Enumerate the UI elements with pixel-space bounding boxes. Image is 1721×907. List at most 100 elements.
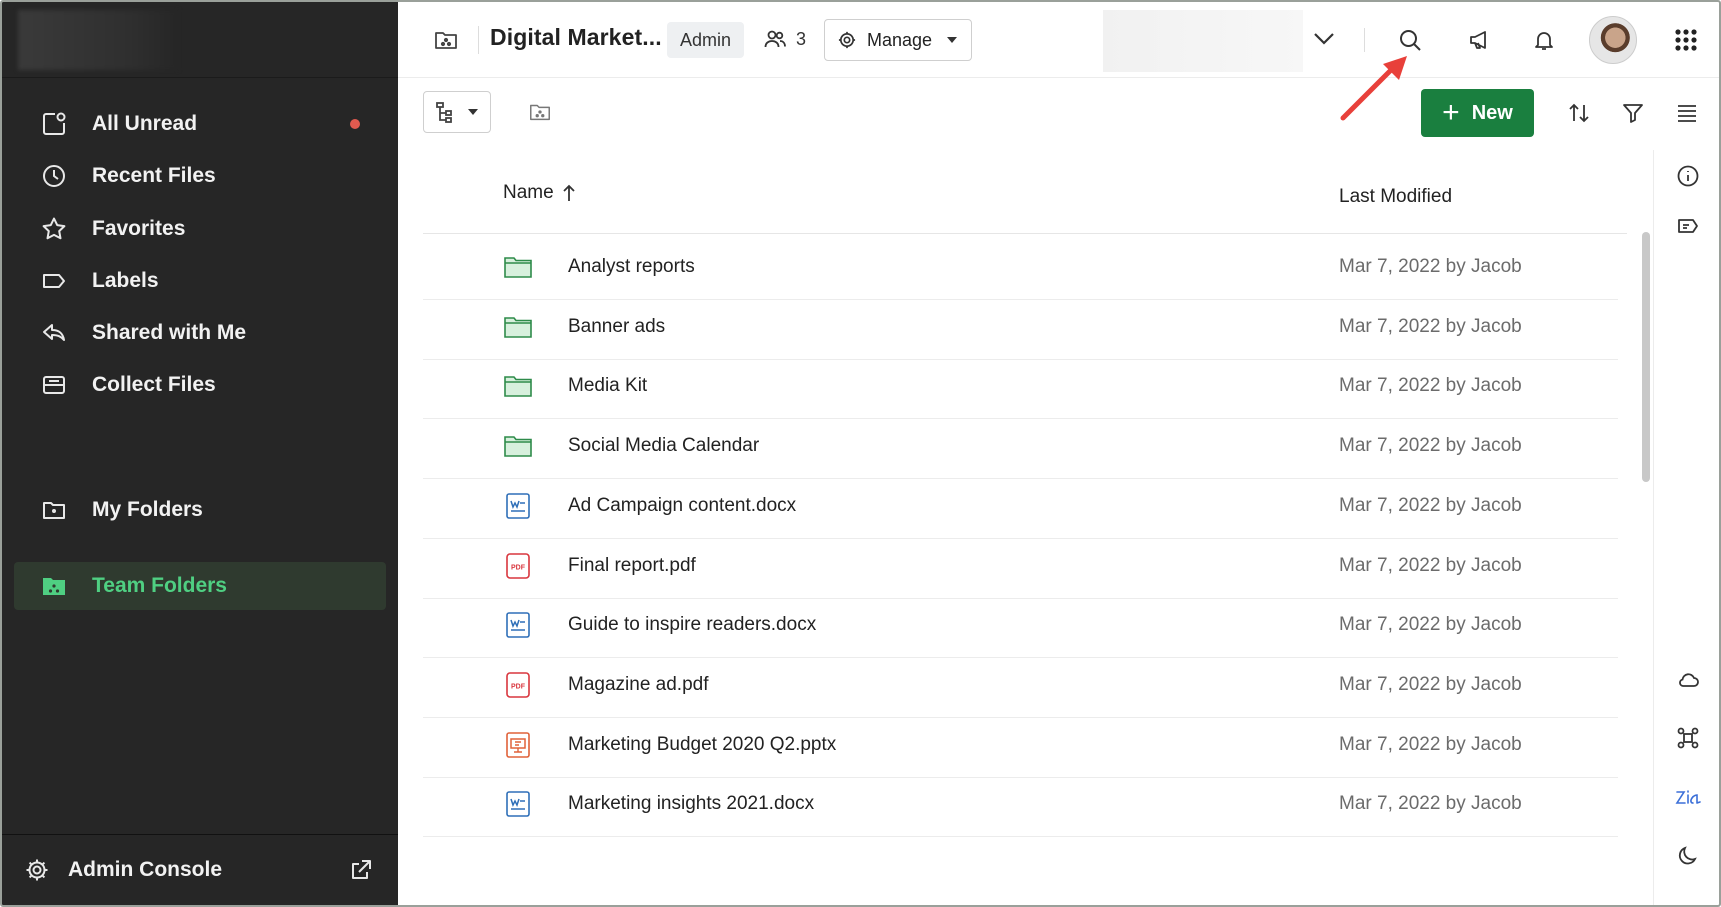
manage-button[interactable]: Manage [824, 19, 972, 61]
sidebar-item-label: Team Folders [92, 574, 227, 597]
new-button[interactable]: + New [1421, 89, 1534, 137]
sidebar-item-label: Collect Files [92, 373, 216, 396]
column-header-label: Name [503, 182, 554, 203]
plus-icon: + [1442, 96, 1460, 129]
chevron-down-icon[interactable] [1309, 24, 1339, 54]
redacted-area [1103, 10, 1303, 72]
file-name: Social Media Calendar [568, 435, 760, 457]
sidebar-item-collect-files[interactable]: Collect Files [14, 361, 386, 409]
file-name: Final report.pdf [568, 554, 696, 576]
admin-console-label: Admin Console [68, 858, 223, 881]
caret-down-icon [468, 109, 478, 115]
sidebar-item-label: Recent Files [92, 164, 216, 187]
avatar[interactable] [1589, 16, 1637, 64]
sidebar-item-label: Shared with Me [92, 321, 247, 344]
megaphone-icon[interactable] [1464, 24, 1496, 56]
sidebar-item-label: Favorites [92, 217, 186, 240]
sidebar-item-label: Labels [92, 269, 159, 292]
sidebar-item-recent-files[interactable]: Recent Files [14, 152, 386, 200]
sidebar-item-team-folders[interactable]: Team Folders [14, 562, 386, 610]
table-row[interactable]: Marketing Budget 2020 Q2.pptx Mar 7, 2022… [423, 712, 1618, 778]
table-row[interactable]: Media Kit Mar 7, 2022 by Jacob [423, 353, 1618, 420]
tree-view-dropdown[interactable] [423, 91, 491, 133]
members-count: 3 [796, 28, 807, 49]
clock-icon [40, 162, 68, 190]
file-name: Guide to inspire readers.docx [568, 614, 817, 636]
apps-grid-icon[interactable] [1670, 24, 1702, 56]
table-row[interactable]: Marketing insights 2021.docx Mar 7, 2022 … [423, 771, 1618, 838]
manage-label: Manage [867, 29, 933, 50]
folder-details-icon[interactable] [526, 98, 554, 126]
label-icon [40, 267, 68, 295]
divider [1364, 28, 1365, 52]
right-rail [1653, 150, 1719, 905]
folder-icon [503, 312, 533, 342]
table-row[interactable]: Ad Campaign content.docx Mar 7, 2022 by J… [423, 473, 1618, 539]
last-modified: Mar 7, 2022 by Jacob [1339, 375, 1522, 397]
app-window: All Unread Recent Files Favorites Labels [0, 0, 1721, 907]
reply-icon [40, 319, 68, 347]
docx-file-icon [503, 491, 533, 521]
column-header-name[interactable]: Name [503, 182, 576, 204]
column-header-last-modified[interactable]: Last Modified [1339, 186, 1452, 208]
table-row[interactable]: Social Media Calendar Mar 7, 2022 by Jaco… [423, 413, 1618, 480]
table-row[interactable]: PDF Magazine ad.pdf Mar 7, 2022 by Jacob [423, 652, 1618, 718]
bell-icon[interactable] [1528, 24, 1560, 56]
pptx-file-icon [503, 730, 533, 760]
sidebar-item-shared-with-me[interactable]: Shared with Me [14, 309, 386, 357]
file-name: Marketing insights 2021.docx [568, 793, 815, 815]
role-badge: Admin [667, 22, 745, 58]
tray-icon [40, 371, 68, 399]
last-modified: Mar 7, 2022 by Jacob [1339, 793, 1522, 815]
cloud-icon[interactable] [1672, 664, 1704, 696]
divider [2, 834, 398, 835]
table-header: Name Last Modified [423, 162, 1627, 234]
integrations-icon[interactable] [1672, 722, 1704, 754]
sidebar-item-label: My Folders [92, 498, 203, 521]
zia-icon[interactable] [1672, 782, 1704, 814]
admin-console-link[interactable]: Admin Console [14, 847, 386, 893]
svg-text:PDF: PDF [511, 683, 526, 690]
table-row[interactable]: Guide to inspire readers.docx Mar 7, 2022… [423, 592, 1618, 659]
last-modified: Mar 7, 2022 by Jacob [1339, 315, 1522, 337]
tree-view-icon [436, 102, 452, 123]
file-name: Marketing Budget 2020 Q2.pptx [568, 733, 837, 755]
label-icon[interactable] [1672, 210, 1704, 242]
scrollbar-thumb[interactable] [1642, 232, 1650, 482]
sidebar-item-all-unread[interactable]: All Unread [14, 100, 386, 148]
filter-icon[interactable] [1618, 98, 1648, 128]
file-name: Ad Campaign content.docx [568, 494, 797, 516]
info-icon[interactable] [1672, 160, 1704, 192]
folder-icon [503, 252, 533, 282]
members-button[interactable]: 3 [764, 28, 806, 50]
sort-ascending-icon [563, 184, 575, 201]
table-row[interactable]: PDF Final report.pdf Mar 7, 2022 by Jacob [423, 533, 1618, 599]
table-row[interactable]: Analyst reports Mar 7, 2022 by Jacob [423, 234, 1618, 300]
last-modified: Mar 7, 2022 by Jacob [1339, 435, 1522, 457]
last-modified: Mar 7, 2022 by Jacob [1339, 494, 1522, 516]
users-icon [764, 30, 786, 48]
last-modified: Mar 7, 2022 by Jacob [1339, 673, 1522, 695]
org-logo [18, 10, 178, 70]
file-name: Analyst reports [568, 256, 695, 277]
file-name: Magazine ad.pdf [568, 673, 709, 695]
pdf-file-icon: PDF [503, 551, 533, 581]
annotation-arrow [1340, 56, 1407, 121]
sidebar-item-favorites[interactable]: Favorites [14, 205, 386, 253]
caret-down-icon [946, 36, 958, 44]
sort-icon[interactable] [1564, 98, 1594, 128]
page-title[interactable]: Digital Market... [490, 24, 662, 51]
divider [478, 26, 479, 54]
folder-icon [40, 496, 68, 524]
external-link-icon[interactable] [348, 857, 374, 883]
sidebar-item-my-folders[interactable]: My Folders [14, 486, 386, 534]
sidebar-item-label: All Unread [92, 112, 198, 135]
last-modified: Mar 7, 2022 by Jacob [1339, 614, 1522, 636]
table-row[interactable]: Banner ads Mar 7, 2022 by Jacob [423, 294, 1618, 360]
team-folder-icon [40, 572, 68, 600]
team-folder-icon [432, 26, 460, 54]
sidebar-item-labels[interactable]: Labels [14, 257, 386, 305]
list-view-icon[interactable] [1672, 98, 1702, 128]
dark-mode-icon[interactable] [1672, 840, 1704, 872]
last-modified: Mar 7, 2022 by Jacob [1339, 733, 1522, 755]
